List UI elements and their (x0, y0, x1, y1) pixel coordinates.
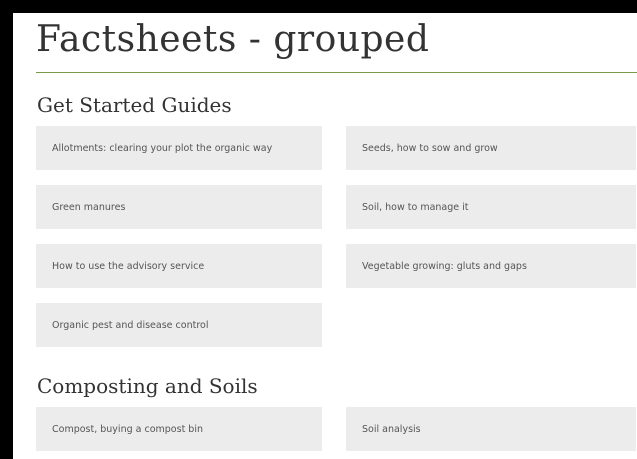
page-title: Factsheets - grouped (36, 19, 430, 60)
title-divider (36, 72, 637, 73)
factsheet-link-allotments[interactable]: Allotments: clearing your plot the organ… (36, 126, 322, 170)
factsheet-link-seeds[interactable]: Seeds, how to sow and grow (346, 126, 636, 170)
factsheet-link-soil-analysis[interactable]: Soil analysis (346, 407, 636, 451)
factsheet-link-green-manures[interactable]: Green manures (36, 185, 322, 229)
factsheet-link-compost-bin[interactable]: Compost, buying a compost bin (36, 407, 322, 451)
factsheet-link-vegetable-growing[interactable]: Vegetable growing: gluts and gaps (346, 244, 636, 288)
factsheet-link-soil-manage[interactable]: Soil, how to manage it (346, 185, 636, 229)
factsheet-link-pest-disease[interactable]: Organic pest and disease control (36, 303, 322, 347)
section-heading-get-started: Get Started Guides (37, 93, 232, 117)
factsheets-page: Factsheets - grouped Get Started Guides … (13, 13, 637, 459)
factsheet-link-advisory-service[interactable]: How to use the advisory service (36, 244, 322, 288)
section-heading-composting: Composting and Soils (37, 374, 258, 398)
